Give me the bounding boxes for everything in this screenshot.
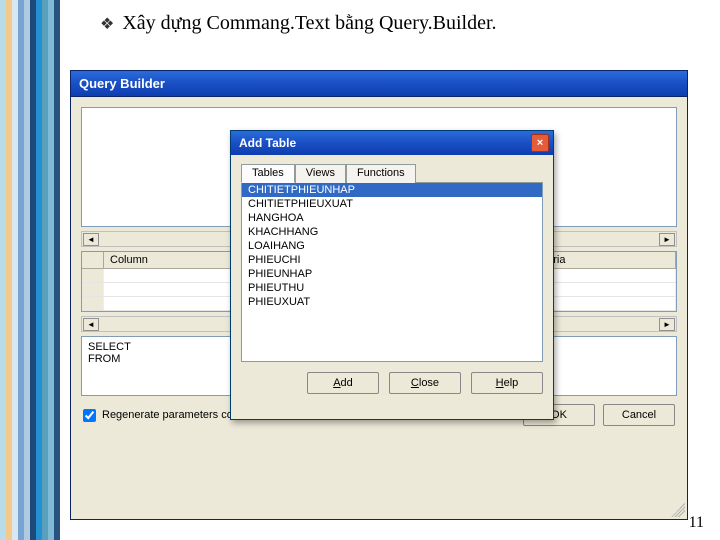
query-builder-title: Query Builder xyxy=(79,76,165,91)
add-table-dialog: Add Table × Tables Views Functions CHITI… xyxy=(230,130,554,420)
help-button[interactable]: Help xyxy=(471,372,543,394)
page-number: 11 xyxy=(689,514,704,532)
tab-functions[interactable]: Functions xyxy=(346,164,416,183)
tables-listbox[interactable]: CHITIETPHIEUNHAP CHITIETPHIEUXUAT HANGHO… xyxy=(241,182,543,362)
close-icon[interactable]: × xyxy=(531,134,549,152)
add-table-tabstrip: Tables Views Functions xyxy=(241,163,543,183)
list-item[interactable]: HANGHOA xyxy=(242,211,542,225)
cancel-button[interactable]: Cancel xyxy=(603,404,675,426)
tab-tables[interactable]: Tables xyxy=(241,164,295,183)
add-button[interactable]: Add xyxy=(307,372,379,394)
tab-views[interactable]: Views xyxy=(295,164,346,183)
scroll-left-icon[interactable]: ◄ xyxy=(83,318,99,331)
scroll-right-icon[interactable]: ► xyxy=(659,318,675,331)
list-item[interactable]: CHITIETPHIEUXUAT xyxy=(242,197,542,211)
list-item[interactable]: PHIEUCHI xyxy=(242,253,542,267)
scroll-left-icon[interactable]: ◄ xyxy=(83,233,99,246)
slide-title: ❖Xây dựng Commang.Text bằng Query.Builde… xyxy=(100,12,497,35)
scroll-right-icon[interactable]: ► xyxy=(659,233,675,246)
list-item[interactable]: LOAIHANG xyxy=(242,239,542,253)
add-table-title: Add Table xyxy=(239,136,296,150)
list-item[interactable]: CHITIETPHIEUNHAP xyxy=(242,183,542,197)
list-item[interactable]: PHIEUNHAP xyxy=(242,267,542,281)
regenerate-checkbox-input[interactable] xyxy=(83,409,96,422)
close-button[interactable]: Close xyxy=(389,372,461,394)
list-item[interactable]: KHACHHANG xyxy=(242,225,542,239)
list-item[interactable]: PHIEUXUAT xyxy=(242,295,542,309)
query-builder-titlebar[interactable]: Query Builder xyxy=(71,71,687,97)
add-table-titlebar[interactable]: Add Table × xyxy=(231,131,553,155)
resize-grip-icon[interactable] xyxy=(671,503,685,517)
list-item[interactable]: PHIEUTHU xyxy=(242,281,542,295)
decorative-stripes xyxy=(0,0,60,540)
